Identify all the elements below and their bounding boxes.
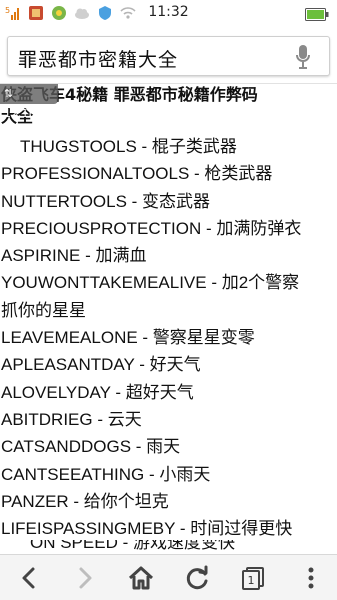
back-button[interactable] xyxy=(14,563,44,593)
cheat-code-line: ON SPEED - 游戏速度变快 xyxy=(30,540,235,552)
status-bar: 5 11:32 xyxy=(0,0,337,26)
cheat-code-line: LEAVEMEALONE - 警察星星变零 xyxy=(1,328,255,348)
network-speed-value: 12.1B/s xyxy=(4,107,46,120)
refresh-button[interactable] xyxy=(182,563,212,593)
cheat-code-line: THUGSTOOLS - 棍子类武器 xyxy=(20,137,237,156)
home-icon xyxy=(128,566,154,590)
cheat-code-line: ASPIRINE - 加满血 xyxy=(1,246,147,266)
search-query-text: 罪恶都市密籍大全 xyxy=(18,49,179,71)
overflow-menu-icon xyxy=(308,567,314,589)
address-bar: 罪恶都市密籍大全 xyxy=(0,26,337,84)
cheat-code-line: PROFESSIONALTOOLS - 枪类武器 xyxy=(1,164,273,184)
download-arrows-icon: ⇅ xyxy=(4,87,14,100)
chevron-right-icon xyxy=(79,567,92,589)
cheat-code-line: 抓你的星星 xyxy=(1,300,86,320)
page-content[interactable]: 侠盗飞车4秘籍 罪恶都市秘籍作弊码 大全 ⇅ 12.1B/s THUGSTOOL… xyxy=(0,84,337,554)
cheat-code-line: CANTSEEATHING - 小雨天 xyxy=(1,464,211,484)
cheat-code-line: PANZER - 给你个坦克 xyxy=(1,491,169,511)
cheat-code-line: CATSANDDOGS - 雨天 xyxy=(1,437,181,457)
cheat-code-line: ALOVELYDAY - 超好天气 xyxy=(1,382,194,402)
cheat-code-line: ABITDRIEG - 云天 xyxy=(1,409,142,429)
search-input[interactable]: 罪恶都市密籍大全 xyxy=(7,36,330,76)
chevron-left-icon xyxy=(22,567,35,589)
cheat-code-line: LIFEISPASSINGMEBY - 时间过得更快 xyxy=(1,519,293,539)
battery-icon xyxy=(305,6,329,21)
cheat-code-line: NUTTERTOOLS - 变态武器 xyxy=(1,191,211,211)
clock: 11:32 xyxy=(148,4,189,20)
cheat-code-line: APLEASANTDAY - 好天气 xyxy=(1,355,201,375)
refresh-icon xyxy=(186,565,208,590)
browser-toolbar: 1 xyxy=(0,554,337,600)
tabs-button[interactable]: 1 xyxy=(238,563,268,593)
tab-count: 1 xyxy=(247,574,255,587)
partially-visible-line: ON SPEED - 游戏速度变快 xyxy=(0,540,337,554)
cheat-code-list: THUGSTOOLS - 棍子类武器 PROFESSIONALTOOLS - 枪… xyxy=(0,133,337,542)
forward-button[interactable] xyxy=(70,563,100,593)
cheat-code-line: YOUWONTTAKEMEALIVE - 加2个警察 xyxy=(1,273,300,293)
microphone-icon[interactable] xyxy=(295,43,311,71)
cheat-code-line: PRECIOUSPROTECTION - 加满防弹衣 xyxy=(1,218,302,238)
home-button[interactable] xyxy=(126,563,156,593)
network-speed-badge: ⇅ 12.1B/s xyxy=(0,84,58,120)
menu-button[interactable] xyxy=(296,563,326,593)
